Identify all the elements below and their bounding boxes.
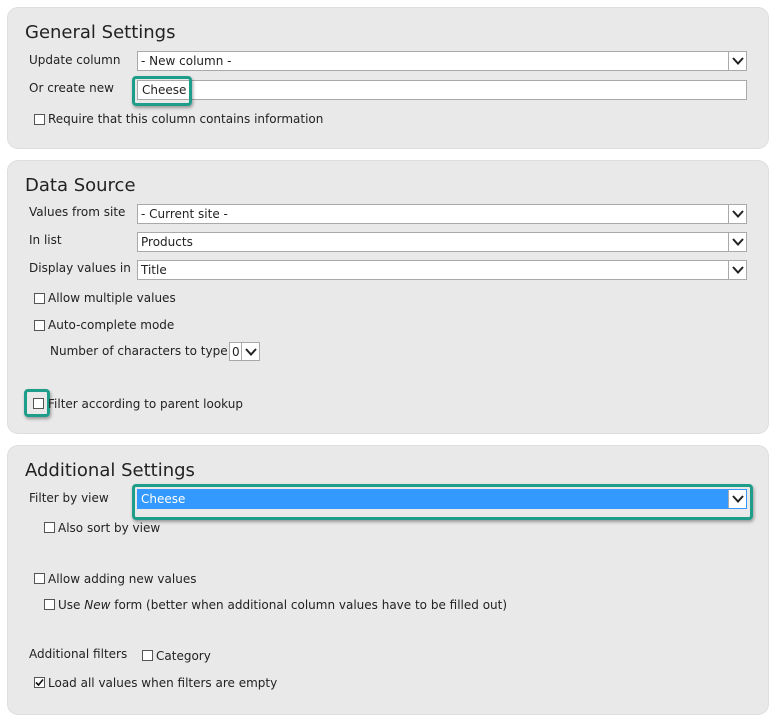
chevron-down-icon[interactable]	[728, 261, 746, 279]
chevron-down-icon[interactable]	[728, 52, 746, 70]
in-list-select[interactable]: Products	[137, 232, 747, 252]
autocomplete-label: Auto-complete mode	[48, 318, 175, 332]
data-source-panel: Data Source Values from site - Current s…	[8, 161, 768, 433]
display-values-label: Display values in	[29, 261, 131, 275]
use-new-form-pre: Use	[58, 598, 85, 612]
create-new-input[interactable]	[137, 80, 747, 100]
checkmark-icon	[35, 678, 44, 687]
load-all-checkbox[interactable]	[34, 677, 45, 688]
also-sort-checkbox[interactable]	[44, 522, 55, 533]
general-settings-panel: General Settings Update column - New col…	[8, 8, 768, 148]
display-values-value: Title	[141, 263, 167, 277]
update-column-label: Update column	[29, 53, 121, 67]
chevron-down-icon[interactable]	[241, 343, 259, 360]
chevron-down-icon[interactable]	[728, 205, 746, 223]
values-from-site-value: - Current site -	[141, 207, 228, 221]
chevron-down-icon[interactable]	[728, 233, 746, 251]
use-new-form-label: Use New form (better when additional col…	[58, 598, 507, 612]
use-new-form-post: form (better when additional column valu…	[110, 598, 508, 612]
create-new-highlight	[132, 76, 192, 106]
display-values-select[interactable]: Title	[137, 260, 747, 280]
category-checkbox[interactable]	[142, 650, 153, 661]
update-column-select[interactable]: - New column -	[137, 51, 747, 71]
num-chars-value: 0	[232, 345, 240, 359]
create-new-label: Or create new	[29, 81, 114, 95]
filter-parent-highlight	[24, 389, 50, 417]
require-label: Require that this column contains inform…	[48, 112, 324, 126]
allow-multiple-label: Allow multiple values	[48, 291, 176, 305]
additional-filters-label: Additional filters	[29, 647, 128, 661]
in-list-label: In list	[29, 233, 62, 247]
allow-adding-label: Allow adding new values	[48, 572, 197, 586]
category-label: Category	[156, 649, 211, 663]
allow-adding-checkbox[interactable]	[34, 573, 45, 584]
use-new-form-checkbox[interactable]	[44, 599, 55, 610]
require-checkbox[interactable]	[34, 114, 45, 125]
update-column-value: - New column -	[141, 54, 232, 68]
load-all-label: Load all values when filters are empty	[48, 676, 278, 690]
filter-by-view-highlight	[132, 484, 753, 520]
values-from-site-label: Values from site	[29, 205, 126, 219]
data-source-title: Data Source	[25, 175, 136, 196]
also-sort-label: Also sort by view	[58, 521, 161, 535]
general-settings-title: General Settings	[25, 22, 176, 43]
in-list-value: Products	[141, 235, 193, 249]
filter-by-view-label: Filter by view	[29, 491, 109, 505]
allow-multiple-checkbox[interactable]	[34, 293, 45, 304]
use-new-form-em: New	[84, 598, 111, 612]
filter-parent-label: Filter according to parent lookup	[48, 397, 243, 411]
values-from-site-select[interactable]: - Current site -	[137, 204, 747, 224]
additional-settings-panel: Additional Settings Filter by view Chees…	[8, 446, 768, 714]
num-chars-label: Number of characters to type in	[50, 344, 243, 358]
additional-settings-title: Additional Settings	[25, 460, 195, 481]
autocomplete-checkbox[interactable]	[34, 320, 45, 331]
num-chars-select[interactable]: 0	[229, 342, 260, 361]
